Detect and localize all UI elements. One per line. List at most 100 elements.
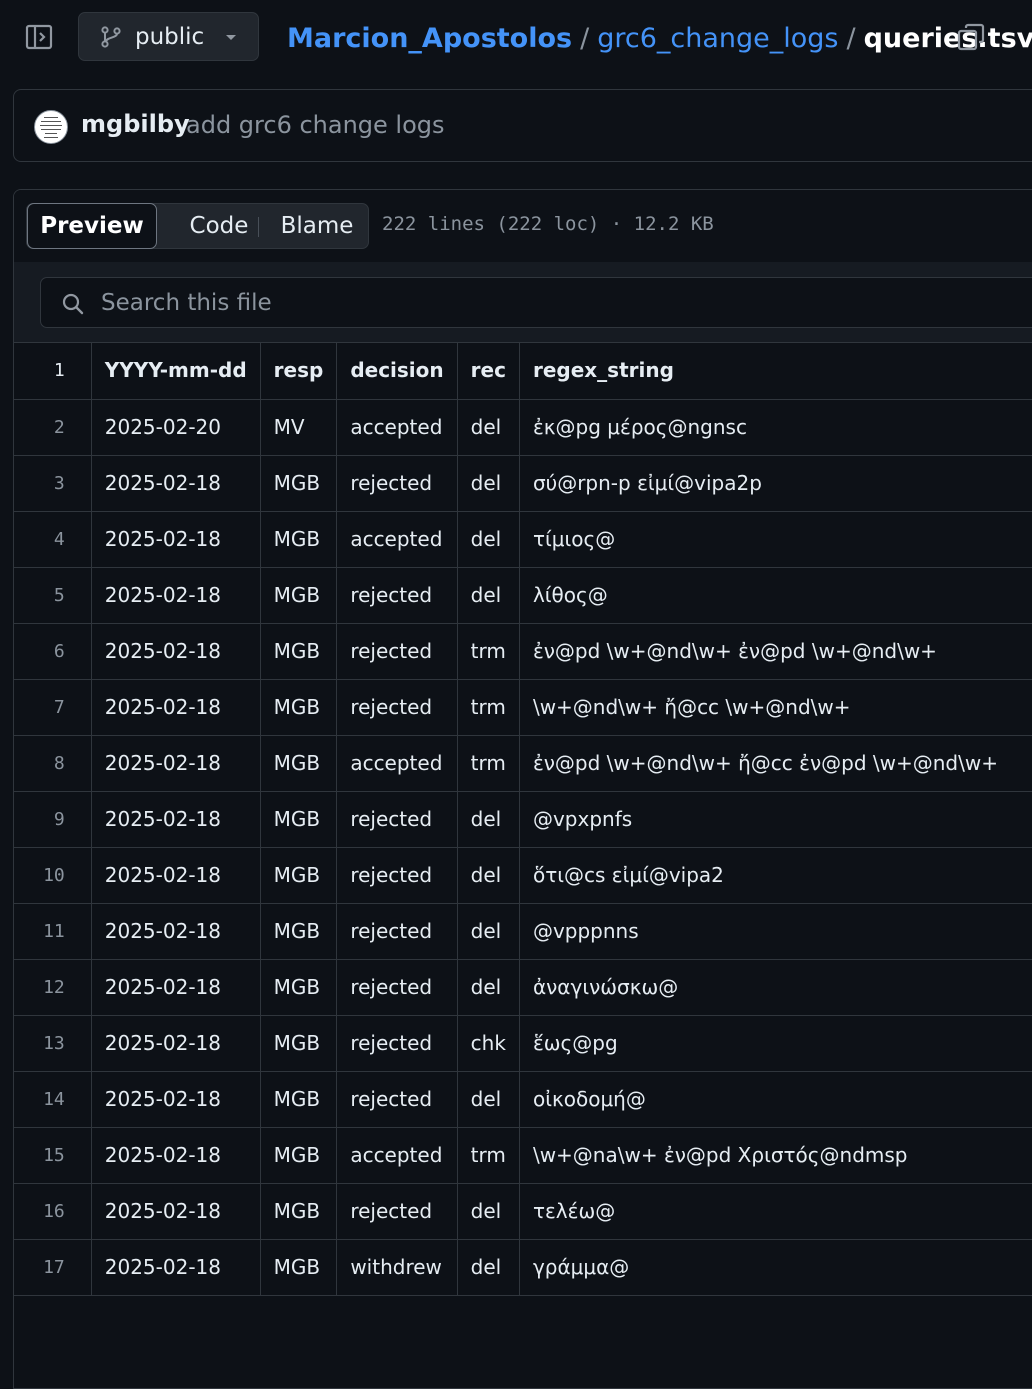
top-bar: public Marcion_Apostolos / grc6_change_l…	[0, 0, 1032, 76]
line-number[interactable]: 2	[14, 399, 92, 456]
header-cell: resp	[260, 342, 338, 400]
copy-path-icon[interactable]	[956, 22, 986, 52]
table-cell: οἰκοδομή@	[519, 1071, 1032, 1128]
table-cell: σύ@rpn-p εἰμί@vipa2p	[519, 455, 1032, 512]
line-number[interactable]: 13	[14, 1015, 92, 1072]
header-cell: rec	[457, 342, 520, 400]
line-number[interactable]: 3	[14, 455, 92, 512]
table-row: 15 2025-02-18 MGB accepted trm \w+@na\w+ ἐν@p…	[14, 1127, 1032, 1184]
file-viewer: Preview Code Blame 222 lines (222 loc) ·…	[13, 189, 1032, 1389]
line-number[interactable]: 16	[14, 1183, 92, 1240]
table-cell: rejected	[336, 1071, 458, 1128]
breadcrumb-folder-link[interactable]: grc6_change_logs	[597, 23, 838, 54]
table-row: 9 2025-02-18 MGB rejected del @vpxpnfs	[14, 791, 1032, 848]
table-row: 13 2025-02-18 MGB rejected chk ἕως@pg	[14, 1015, 1032, 1072]
table-cell: 2025-02-18	[91, 1183, 261, 1240]
commit-author-link[interactable]: mgbilby	[81, 110, 190, 138]
header-cell: decision	[336, 342, 458, 400]
table-cell: trm	[457, 1127, 520, 1184]
table-cell: 2025-02-18	[91, 511, 261, 568]
line-number[interactable]: 12	[14, 959, 92, 1016]
breadcrumb-repo-link[interactable]: Marcion_Apostolos	[287, 23, 572, 54]
table-cell: trm	[457, 623, 520, 680]
file-info: 222 lines (222 loc) · 12.2 KB	[382, 213, 714, 235]
table-cell: rejected	[336, 959, 458, 1016]
table-cell: accepted	[336, 735, 458, 792]
line-number[interactable]: 7	[14, 679, 92, 736]
breadcrumb: Marcion_Apostolos / grc6_change_logs / q…	[287, 18, 1032, 58]
commit-message-link[interactable]: add grc6 change logs	[186, 111, 445, 139]
table-cell: rejected	[336, 1015, 458, 1072]
search-field	[40, 277, 1032, 328]
table-cell: ἀναγινώσκω@	[519, 959, 1032, 1016]
table-row: 12 2025-02-18 MGB rejected del ἀναγινώσκω@	[14, 959, 1032, 1016]
avatar[interactable]	[34, 110, 68, 144]
table-cell: MGB	[260, 455, 338, 512]
git-branch-icon	[101, 25, 121, 48]
tab-code[interactable]: Code	[167, 204, 271, 248]
line-number[interactable]: 8	[14, 735, 92, 792]
table-cell: rejected	[336, 567, 458, 624]
table-cell: τελέω@	[519, 1183, 1032, 1240]
table-cell: MGB	[260, 1183, 338, 1240]
table-cell: MGB	[260, 959, 338, 1016]
table-cell: 2025-02-18	[91, 1071, 261, 1128]
line-number[interactable]: 1	[14, 342, 92, 400]
table-cell: rejected	[336, 455, 458, 512]
table-cell: MGB	[260, 1071, 338, 1128]
table-cell: MGB	[260, 847, 338, 904]
line-number[interactable]: 14	[14, 1071, 92, 1128]
table-cell: 2025-02-18	[91, 791, 261, 848]
search-bar	[14, 262, 1032, 343]
segment-divider	[258, 217, 259, 237]
table-cell: @vpxpnfs	[519, 791, 1032, 848]
table-cell: del	[457, 959, 520, 1016]
table-row: 17 2025-02-18 MGB withdrew del γράμμα@	[14, 1239, 1032, 1296]
breadcrumb-separator: /	[846, 22, 856, 54]
table-cell: MGB	[260, 511, 338, 568]
search-input[interactable]	[99, 286, 903, 320]
table-cell: rejected	[336, 903, 458, 960]
breadcrumb-separator: /	[580, 22, 590, 54]
table-cell: MGB	[260, 791, 338, 848]
table-cell: 2025-02-18	[91, 959, 261, 1016]
table-cell: @vpppnns	[519, 903, 1032, 960]
line-number[interactable]: 6	[14, 623, 92, 680]
table-cell: chk	[457, 1015, 520, 1072]
table-cell: MGB	[260, 1015, 338, 1072]
table-row: 2 2025-02-20 MV accepted del ἐκ@pg μέρος@ngns…	[14, 399, 1032, 456]
branch-selector-button[interactable]: public	[78, 12, 259, 61]
table-cell: rejected	[336, 847, 458, 904]
search-icon	[62, 293, 84, 315]
table-cell: del	[457, 511, 520, 568]
table-cell: ἐν@pd \w+@nd\w+ ἤ@cc ἐν@pd \w+@nd\w+	[519, 735, 1032, 792]
table-cell: γράμμα@	[519, 1239, 1032, 1296]
line-number[interactable]: 11	[14, 903, 92, 960]
table-cell: withdrew	[336, 1239, 458, 1296]
table-cell: MGB	[260, 1239, 338, 1296]
line-number[interactable]: 5	[14, 567, 92, 624]
table-cell: del	[457, 1071, 520, 1128]
line-number[interactable]: 10	[14, 847, 92, 904]
table-cell: ἕως@pg	[519, 1015, 1032, 1072]
table-cell: MGB	[260, 903, 338, 960]
table-cell: accepted	[336, 399, 458, 456]
line-number[interactable]: 4	[14, 511, 92, 568]
tab-blame[interactable]: Blame	[267, 204, 367, 248]
tab-preview[interactable]: Preview	[27, 203, 157, 249]
table-cell: 2025-02-18	[91, 1015, 261, 1072]
sidebar-toggle-icon[interactable]	[24, 22, 54, 52]
table-cell: 2025-02-18	[91, 1239, 261, 1296]
table-cell: MGB	[260, 679, 338, 736]
table-cell: del	[457, 399, 520, 456]
table-cell: τίμιος@	[519, 511, 1032, 568]
table-cell: rejected	[336, 1183, 458, 1240]
table-row: 14 2025-02-18 MGB rejected del οἰκοδομή@	[14, 1071, 1032, 1128]
line-number[interactable]: 9	[14, 791, 92, 848]
table-cell: \w+@nd\w+ ἤ@cc \w+@nd\w+	[519, 679, 1032, 736]
table-row: 10 2025-02-18 MGB rejected del ὅτι@cs εἰμί@vi…	[14, 847, 1032, 904]
line-number[interactable]: 17	[14, 1239, 92, 1296]
table-cell: 2025-02-18	[91, 679, 261, 736]
line-number[interactable]: 15	[14, 1127, 92, 1184]
file-header: Preview Code Blame 222 lines (222 loc) ·…	[14, 190, 1032, 263]
